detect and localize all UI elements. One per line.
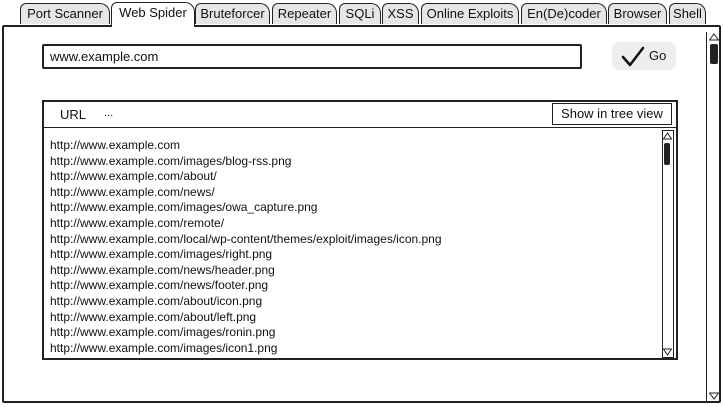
url-list-item[interactable]: http://www.example.com/images/blog-rss.p…: [50, 154, 650, 170]
url-list: http://www.example.com http://www.exampl…: [50, 138, 650, 356]
tab-xss[interactable]: XSS: [382, 3, 419, 24]
tab-browser[interactable]: Browser: [608, 3, 667, 24]
scroll-up-arrow-icon[interactable]: [709, 32, 719, 42]
tab-shell[interactable]: Shell: [669, 3, 706, 24]
url-list-item[interactable]: http://www.example.com/news/footer.png: [50, 278, 650, 294]
scroll-down-arrow-icon[interactable]: [663, 347, 672, 357]
url-list-item[interactable]: http://www.example.com/images/ronin.png: [50, 325, 650, 341]
go-button[interactable]: Go: [612, 42, 676, 70]
tab-repeater[interactable]: Repeater: [272, 3, 337, 24]
tab-port-scanner[interactable]: Port Scanner: [20, 3, 110, 24]
url-list-item[interactable]: http://www.example.com/news/header.png: [50, 263, 650, 279]
column-header-url[interactable]: URL: [60, 107, 86, 122]
url-list-item[interactable]: http://www.example.com/about/icon.png: [50, 294, 650, 310]
url-input[interactable]: [42, 44, 582, 69]
url-list-item[interactable]: http://www.example.com/remote/: [50, 216, 650, 232]
url-list-item[interactable]: http://www.example.com/images/icon1.png: [50, 341, 650, 357]
show-in-tree-view-button[interactable]: Show in tree view: [552, 103, 672, 125]
scrollbar-thumb[interactable]: [710, 44, 718, 64]
url-list-item[interactable]: http://www.example.com/images/owa_captur…: [50, 200, 650, 216]
url-list-item[interactable]: http://www.example.com/news/: [50, 185, 650, 201]
tab-sqli[interactable]: SQLi: [339, 3, 381, 24]
column-header-more[interactable]: ...: [104, 107, 113, 119]
tab-en-de-coder[interactable]: En(De)coder: [521, 3, 607, 24]
url-list-item[interactable]: http://www.example.com: [50, 138, 650, 154]
tab-bruteforcer[interactable]: Bruteforcer: [195, 3, 270, 24]
url-list-item[interactable]: http://www.example.com/about/: [50, 169, 650, 185]
go-button-label: Go: [649, 48, 667, 63]
scroll-up-arrow-icon[interactable]: [663, 131, 672, 141]
tab-bar: Port Scanner Web Spider Bruteforcer Repe…: [0, 0, 723, 27]
results-scrollbar[interactable]: [662, 130, 674, 358]
tab-web-spider[interactable]: Web Spider: [111, 2, 195, 27]
spider-results-panel: URL ... Show in tree view http://www.exa…: [42, 100, 678, 360]
scrollbar-thumb[interactable]: [664, 143, 670, 165]
url-list-item[interactable]: http://www.example.com/about/left.png: [50, 310, 650, 326]
panel-scrollbar[interactable]: [706, 32, 720, 402]
tab-online-exploits[interactable]: Online Exploits: [421, 3, 519, 24]
url-list-item[interactable]: http://www.example.com/local/wp-content/…: [50, 232, 650, 248]
url-list-item[interactable]: http://www.example.com/images/right.png: [50, 247, 650, 263]
checkmark-icon: [621, 46, 645, 67]
results-header: URL ... Show in tree view: [44, 102, 676, 128]
scroll-down-arrow-icon[interactable]: [709, 391, 719, 401]
